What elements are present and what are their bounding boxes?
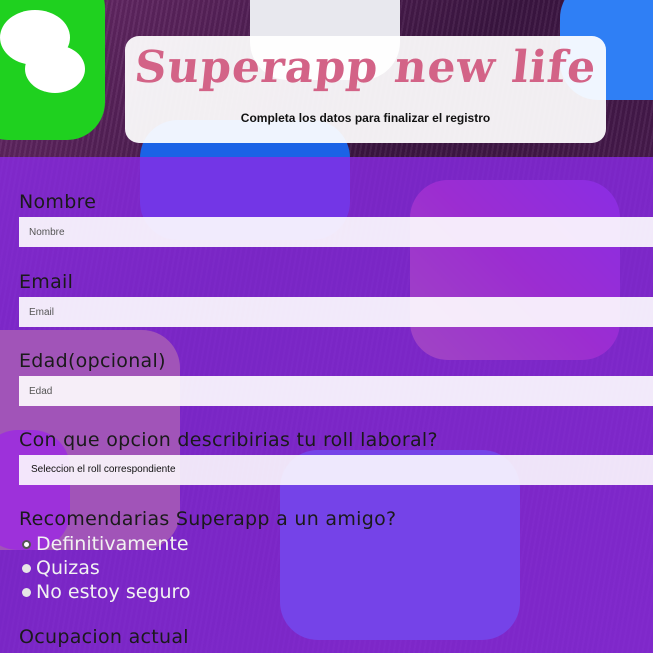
radio-label: Definitivamente — [36, 533, 189, 555]
radio-button[interactable] — [22, 539, 31, 549]
radio-button[interactable] — [22, 587, 31, 597]
subtitle: Completa los datos para finalizar el reg… — [240, 111, 491, 125]
brand-logo: Superapp new life — [132, 42, 600, 93]
nombre-label: Nombre — [19, 191, 97, 213]
ocupacion-label: Ocupacion actual — [19, 626, 189, 648]
roll-select[interactable]: Seleccion el roll correspondiente — [19, 455, 653, 485]
wechat-app-icon — [0, 0, 105, 140]
radio-no-estoy-seguro[interactable]: No estoy seguro — [22, 581, 191, 603]
nombre-input[interactable] — [19, 217, 653, 247]
edad-label: Edad(opcional) — [19, 350, 166, 372]
radio-button[interactable] — [22, 563, 31, 573]
roll-label: Con que opcion describirias tu roll labo… — [19, 429, 438, 451]
radio-label: No estoy seguro — [36, 581, 191, 603]
email-input[interactable] — [19, 297, 653, 327]
recomienda-label: Recomendarias Superapp a un amigo? — [19, 508, 397, 530]
email-label: Email — [19, 271, 74, 293]
edad-input[interactable] — [19, 376, 653, 406]
header-card: Superapp new life Completa los datos par… — [125, 36, 606, 143]
radio-label: Quizas — [36, 557, 100, 579]
registration-form: Nombre Email Edad(opcional) Con que opci… — [0, 157, 653, 653]
radio-definitivamente[interactable]: Definitivamente — [22, 533, 189, 555]
radio-quizas[interactable]: Quizas — [22, 557, 100, 579]
